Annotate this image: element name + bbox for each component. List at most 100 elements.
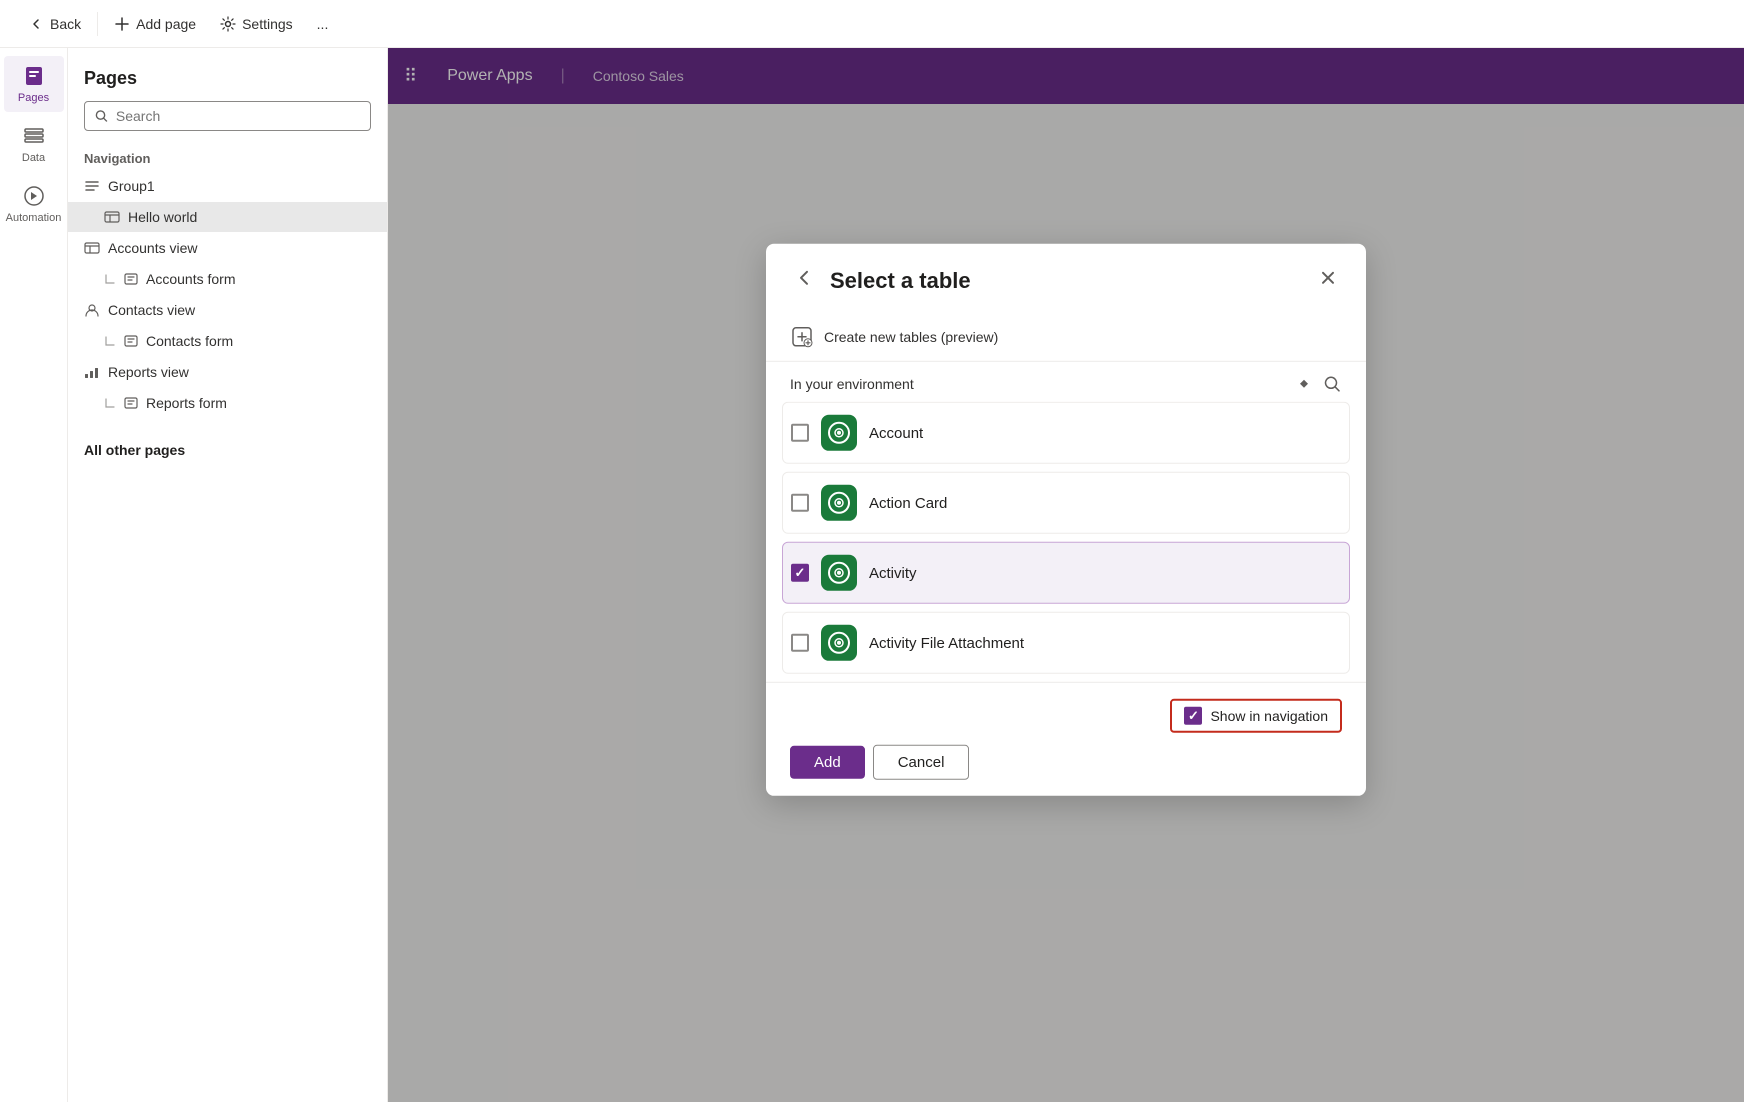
back-arrow-icon [794,268,814,288]
activity-name: Activity [869,564,917,581]
action-card-icon [821,485,857,521]
pages-title: Pages [68,48,387,101]
sidebar-item-pages[interactable]: Pages [4,56,64,112]
activity-file-name: Activity File Attachment [869,634,1024,651]
back-icon [28,16,44,32]
create-new-tables-label: Create new tables (preview) [824,329,998,345]
sidebar-item-data[interactable]: Data [4,116,64,172]
show-nav-label: Show in navigation [1210,708,1328,724]
data-icon [22,124,46,148]
account-checkbox[interactable] [791,424,809,442]
nav-item-contacts-form[interactable]: Contacts form [68,326,387,356]
view-icon [84,240,100,256]
back-button[interactable]: Back [16,10,93,38]
table-item-activity[interactable]: ✓ Activity [782,542,1350,604]
create-new-tables-button[interactable]: Create new tables (preview) [766,313,1366,362]
form-icon [124,272,138,286]
accounts-form-label: Accounts form [146,271,235,287]
add-page-label: Add page [136,16,196,32]
dialog-title: Select a table [830,267,971,293]
add-page-button[interactable]: Add page [102,10,208,38]
reports-form-label: Reports form [146,395,227,411]
nav-item-contacts-view[interactable]: Contacts view [68,294,387,326]
env-row: In your environment [766,362,1366,402]
group1-label: Group1 [108,178,155,194]
action-card-checkbox[interactable] [791,494,809,512]
table-item-account[interactable]: Account [782,402,1350,464]
nav-item-hello-world[interactable]: Hello world [68,202,387,232]
table-item-action-card[interactable]: Action Card [782,472,1350,534]
sidebar-item-automation[interactable]: Automation [4,176,64,232]
sort-icon[interactable] [1294,374,1314,394]
sub-icon2 [104,335,116,347]
more-label: ... [317,16,329,32]
back-label: Back [50,16,81,32]
account-name: Account [869,424,923,441]
add-icon [114,16,130,32]
contacts-view-label: Contacts view [108,302,195,318]
nav-section-title: Navigation [68,143,387,170]
accounts-view-label: Accounts view [108,240,197,256]
account-icon [821,415,857,451]
topbar: Back Add page Settings ... [0,0,1744,48]
add-button[interactable]: Add [790,746,865,779]
settings-button[interactable]: Settings [208,10,305,38]
automation-icon [22,184,46,208]
dialog-footer: ✓ Show in navigation Add Cancel [766,682,1366,796]
create-table-icon [790,325,814,349]
table-item-activity-file[interactable]: Activity File Attachment [782,612,1350,674]
activity-icon [821,555,857,591]
activity-checkmark: ✓ [795,565,806,581]
dialog-back-button[interactable] [790,264,818,297]
show-nav-checkmark: ✓ [1188,708,1199,724]
hello-world-label: Hello world [128,209,197,225]
dialog-title-row: Select a table [790,264,971,297]
icon-sidebar: Pages Data Automation [0,48,68,1102]
reports-view-label: Reports view [108,364,189,380]
section-gap [68,418,387,434]
show-in-navigation-control[interactable]: ✓ Show in navigation [1170,699,1342,733]
close-icon [1318,268,1338,288]
settings-icon [220,16,236,32]
all-other-title: All other pages [68,434,387,466]
env-controls [1294,374,1342,394]
select-table-dialog: Select a table Create new tables (previe… [766,244,1366,796]
topbar-divider [97,12,98,36]
show-nav-row: ✓ Show in navigation [790,699,1342,733]
contacts-form-label: Contacts form [146,333,233,349]
table-list: Account Action Card [766,402,1366,682]
activity-checkbox[interactable]: ✓ [791,564,809,582]
env-label: In your environment [790,376,914,392]
table-icon [104,209,120,225]
search-box[interactable] [84,101,371,131]
sub-icon [104,273,116,285]
pages-panel: Pages Navigation Group1 Hello world [68,48,388,1102]
cancel-button[interactable]: Cancel [873,745,970,780]
person-icon [84,302,100,318]
account-icon-inner [828,422,850,444]
search-icon [95,109,108,123]
data-label: Data [22,152,45,164]
nav-item-reports-form[interactable]: Reports form [68,388,387,418]
action-card-name: Action Card [869,494,947,511]
more-button[interactable]: ... [305,10,341,38]
action-card-icon-inner [828,492,850,514]
chart-icon [84,364,100,380]
nav-item-reports-view[interactable]: Reports view [68,356,387,388]
activity-file-icon-inner [828,632,850,654]
dialog-actions: Add Cancel [790,745,1342,780]
activity-icon-inner [828,562,850,584]
dialog-header: Select a table [766,244,1366,313]
nav-item-group1[interactable]: Group1 [68,170,387,202]
dialog-close-button[interactable] [1314,264,1342,297]
automation-label: Automation [6,212,62,224]
nav-item-accounts-view[interactable]: Accounts view [68,232,387,264]
nav-item-accounts-form[interactable]: Accounts form [68,264,387,294]
search-input[interactable] [116,108,360,124]
sub-icon3 [104,397,116,409]
show-nav-checkbox[interactable]: ✓ [1184,707,1202,725]
activity-file-checkbox[interactable] [791,634,809,652]
env-search-icon[interactable] [1322,374,1342,394]
main-content: ⠿ Power Apps | Contoso Sales Select a ta… [388,48,1744,1102]
main-layout: Pages Data Automation Pages [0,48,1744,1102]
